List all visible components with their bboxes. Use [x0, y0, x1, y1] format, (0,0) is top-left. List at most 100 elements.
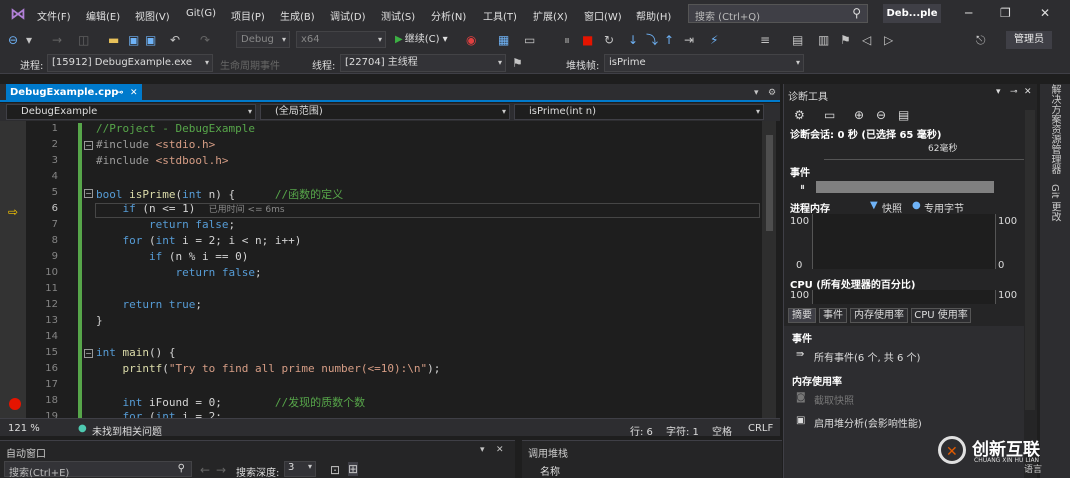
cpu-graph[interactable]: [812, 290, 996, 304]
timeline-ruler[interactable]: [824, 140, 1024, 160]
zoom-level[interactable]: 121 %: [8, 423, 40, 434]
fold-toggle-icon[interactable]: −: [84, 141, 93, 150]
close-icon[interactable]: ✕: [1040, 6, 1050, 20]
menu-build[interactable]: 生成(B): [280, 8, 315, 23]
fold-toggle-icon[interactable]: −: [84, 349, 93, 358]
scope-select[interactable]: (全局范围) ▾: [260, 104, 510, 120]
pin-icon[interactable]: ⊸: [116, 84, 124, 102]
continue-button[interactable]: ▶ 继续(C) ▾: [395, 31, 455, 48]
code-editor[interactable]: ⇨ 1 2 3 4 5 6 7 8 9 10 11 12 13 14 15 16…: [0, 121, 776, 418]
minimize-icon[interactable]: ─: [965, 6, 972, 20]
search-depth-select[interactable]: 3 ▾: [284, 461, 316, 477]
take-snapshot-button[interactable]: 截取快照: [814, 392, 854, 407]
solution-name-badge[interactable]: Deb...ple: [883, 4, 941, 23]
comment-icon[interactable]: ▤: [792, 33, 803, 47]
next-bookmark-icon[interactable]: ▷: [884, 33, 893, 47]
pin-icon[interactable]: ▾: [480, 443, 485, 457]
close-tab-icon[interactable]: ✕: [130, 84, 138, 102]
undo-icon[interactable]: ↶: [170, 33, 180, 47]
enable-heap-analysis-button[interactable]: 启用堆分析(会影响性能): [814, 415, 922, 430]
events-header[interactable]: 事件: [790, 164, 810, 179]
layout-icon[interactable]: ▭: [524, 33, 535, 47]
tab-cpu-usage[interactable]: CPU 使用率: [911, 308, 971, 323]
navigate-forward-icon[interactable]: →: [52, 33, 62, 47]
menu-extensions[interactable]: 扩展(X): [533, 8, 568, 23]
menu-git[interactable]: Git(G): [186, 8, 216, 19]
platform-select[interactable]: x64 ▾: [296, 31, 386, 48]
stack-frame-select[interactable]: isPrime ▾: [604, 54, 804, 72]
function-select[interactable]: isPrime(int n) ▾: [514, 104, 764, 120]
menu-edit[interactable]: 编辑(E): [86, 8, 120, 23]
zoom-out-icon[interactable]: ⊖: [876, 108, 886, 122]
menu-file[interactable]: 文件(F): [37, 8, 71, 23]
line-ending-indicator[interactable]: CRLF: [748, 423, 773, 434]
diagnostics-icon[interactable]: ⚡: [710, 33, 718, 47]
autos-search-input[interactable]: 搜索(Ctrl+E) ⚲: [4, 461, 192, 478]
restore-icon[interactable]: ❐: [1000, 6, 1011, 20]
all-events-link[interactable]: 所有事件(6 个, 共 6 个): [814, 349, 920, 364]
new-item-icon[interactable]: ◫: [78, 33, 89, 47]
show-next-statement-icon[interactable]: ⇥: [684, 33, 694, 47]
search-input[interactable]: 搜索 (Ctrl+Q) ⚲: [688, 4, 868, 23]
close-panel-icon[interactable]: ✕: [1024, 87, 1032, 97]
filter-icon[interactable]: ⊡: [330, 463, 340, 477]
callstack-column-name[interactable]: 名称: [540, 463, 560, 478]
events-track[interactable]: [816, 181, 994, 193]
menu-help[interactable]: 帮助(H): [636, 8, 671, 23]
menu-tools[interactable]: 工具(T): [483, 8, 517, 23]
tab-debugexample-cpp[interactable]: DebugExample.cpp ⊸ ✕: [6, 84, 142, 102]
step-out-icon[interactable]: ↑: [664, 33, 674, 47]
dropdown-icon[interactable]: ▾: [996, 87, 1001, 97]
lifecycle-events-label[interactable]: 生命周期事件: [220, 57, 280, 72]
forward-arrow-icon[interactable]: →: [216, 463, 226, 477]
menu-project[interactable]: 项目(P): [231, 8, 265, 23]
settings-icon[interactable]: ⚙: [794, 108, 805, 122]
tab-events[interactable]: 事件: [819, 308, 847, 323]
back-arrow-icon[interactable]: ←: [200, 463, 210, 477]
tab-solution-explorer[interactable]: 解决方案资源管理器: [1048, 84, 1062, 174]
fold-toggle-icon[interactable]: −: [84, 189, 93, 198]
redo-icon[interactable]: ↷: [200, 33, 210, 47]
navigate-back-icon[interactable]: ⊖: [8, 33, 18, 47]
menu-view[interactable]: 视图(V): [135, 8, 170, 23]
tab-memory-usage[interactable]: 内存使用率: [850, 308, 908, 323]
save-all-icon[interactable]: ▣: [145, 33, 156, 47]
language-label[interactable]: 语言: [1024, 462, 1042, 475]
break-all-icon[interactable]: ⏸: [564, 33, 570, 47]
diagnostics-scrollbar[interactable]: [1025, 110, 1035, 410]
step-over-icon[interactable]: ⤵: [646, 33, 658, 47]
pin-icon[interactable]: ⊸: [1010, 87, 1018, 97]
uncomment-icon[interactable]: ▥: [818, 33, 829, 47]
live-share-icon[interactable]: ⎋: [976, 33, 986, 47]
issues-status[interactable]: 未找到相关问题: [92, 423, 162, 438]
thread-select[interactable]: [22704] 主线程 ▾: [340, 54, 506, 72]
bookmark-icon[interactable]: ⚑: [840, 33, 851, 47]
editor-scroll-thumb[interactable]: [766, 135, 773, 231]
dropdown-icon[interactable]: ▾: [26, 33, 32, 47]
configuration-select[interactable]: Debug ▾: [236, 31, 290, 48]
tab-git-changes[interactable]: Git 更改: [1048, 184, 1062, 222]
perf-tip[interactable]: 已用时间 <= 6ms: [209, 205, 285, 215]
close-panel-icon[interactable]: ✕: [496, 443, 504, 457]
prev-bookmark-icon[interactable]: ◁: [862, 33, 871, 47]
whitespace-indicator[interactable]: 空格: [712, 423, 732, 438]
select-tools-icon[interactable]: ▭: [824, 108, 835, 122]
account-button[interactable]: 管理员: [1006, 31, 1052, 49]
hot-reload-icon[interactable]: ◉: [466, 33, 476, 47]
project-select[interactable]: DebugExample ▾: [6, 104, 256, 120]
tab-overflow-icon[interactable]: ▾: [754, 86, 759, 100]
menu-window[interactable]: 窗口(W): [584, 8, 622, 23]
open-folder-icon[interactable]: ▬: [108, 33, 119, 47]
glyph-margin[interactable]: [0, 121, 26, 418]
process-select[interactable]: [15912] DebugExample.exe ▾: [47, 54, 213, 72]
flag-thread-icon[interactable]: ⚑: [512, 56, 523, 70]
menu-analyze[interactable]: 分析(N): [431, 8, 466, 23]
format-icon[interactable]: ≡: [760, 33, 770, 47]
memory-header[interactable]: 进程内存: [790, 200, 830, 215]
reset-view-icon[interactable]: ▤: [898, 108, 909, 122]
save-icon[interactable]: ▣: [128, 33, 139, 47]
stop-debugging-icon[interactable]: ■: [582, 33, 593, 47]
view-icon[interactable]: ⊞: [348, 462, 359, 476]
cpu-header[interactable]: CPU (所有处理器的百分比): [790, 276, 915, 291]
menu-test[interactable]: 测试(S): [381, 8, 415, 23]
